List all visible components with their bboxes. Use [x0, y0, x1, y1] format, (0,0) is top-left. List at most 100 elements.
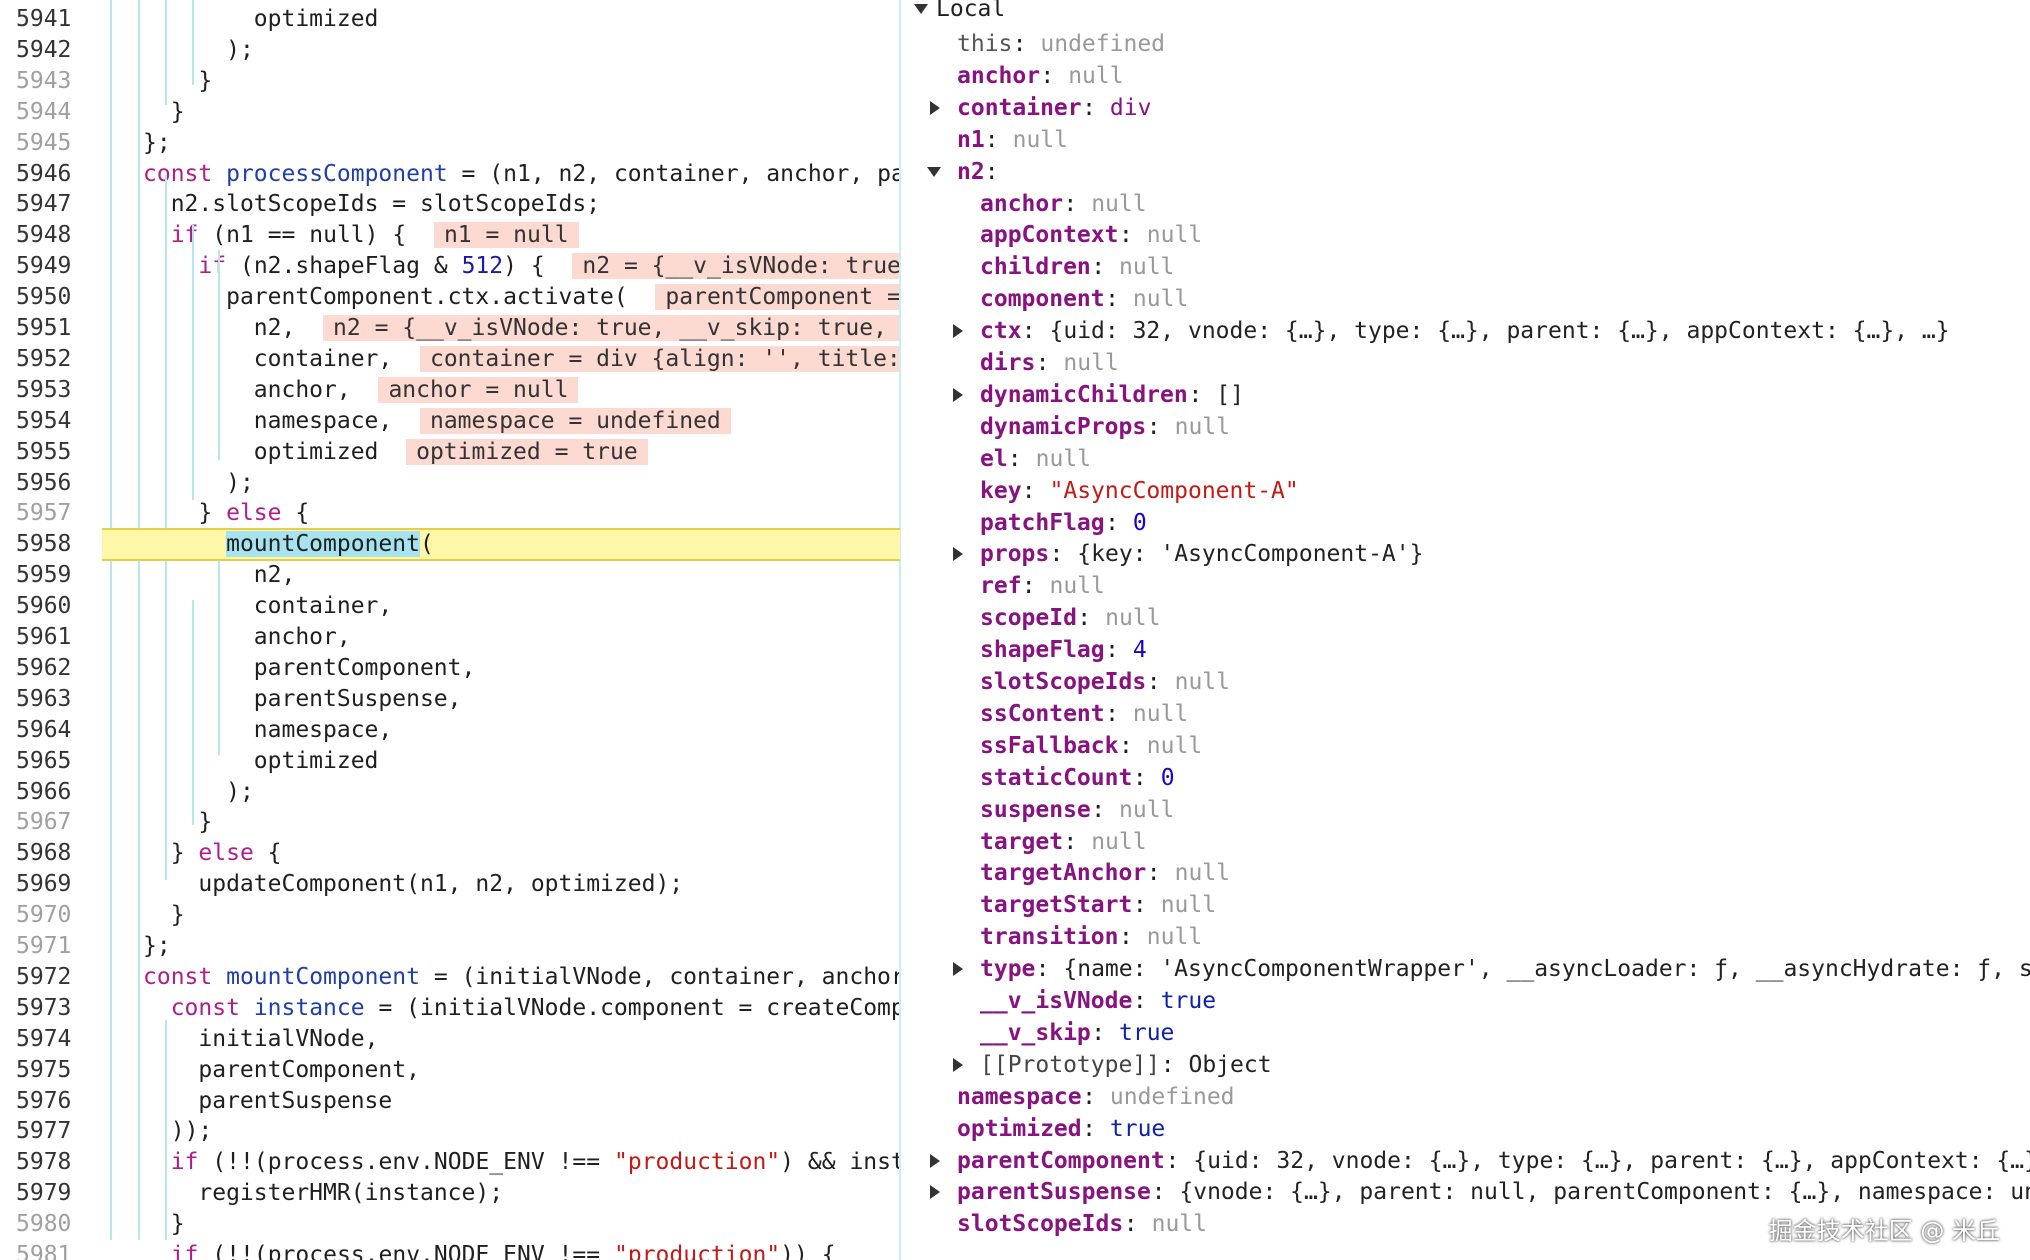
scope-property-row[interactable]: staticCount:0	[902, 762, 2030, 794]
scope-property-row[interactable]: optimized: true	[902, 1113, 2030, 1145]
scope-property-row[interactable]: slotScopeIds: null	[902, 666, 2030, 698]
code-line[interactable]: 5975 parentComponent,	[0, 1055, 900, 1086]
current-execution-line[interactable]: 5958 mountComponent(	[0, 528, 900, 562]
scope-property-row[interactable]: target: null	[902, 826, 2030, 858]
line-number[interactable]: 5977	[16, 1116, 72, 1147]
line-number[interactable]: 5960	[16, 591, 72, 622]
line-number[interactable]: 5978	[16, 1147, 72, 1178]
line-number[interactable]: 5953	[16, 375, 72, 406]
code-line[interactable]: 5954 namespace, namespace = undefined	[0, 406, 900, 437]
code-line[interactable]: 5955 optimized optimized = true	[0, 437, 900, 468]
code-line[interactable]: 5942 );	[0, 35, 900, 66]
code-line[interactable]: 5964 namespace,	[0, 715, 900, 746]
line-number[interactable]: 5961	[16, 622, 72, 653]
code-line[interactable]: 5945};	[0, 128, 900, 159]
code-line[interactable]: 5966 );	[0, 777, 900, 808]
expand-right-icon[interactable]	[930, 100, 940, 115]
code-line[interactable]: 5951 n2, n2 = {__v_isVNode: true, __v_sk…	[0, 313, 900, 344]
line-number[interactable]: 5968	[16, 838, 72, 869]
line-number[interactable]: 5944	[16, 97, 72, 128]
line-number[interactable]: 5980	[16, 1209, 72, 1240]
scope-property-row[interactable]: scopeId: null	[902, 602, 2030, 634]
expand-down-icon[interactable]	[927, 166, 941, 177]
line-number[interactable]: 5945	[16, 128, 72, 159]
source-editor[interactable]: 5941 optimized 5942 ); 5943 } 5944 } 5945}; 5…	[0, 0, 900, 1260]
code-line[interactable]: 5953 anchor, anchor = null	[0, 375, 900, 406]
scope-property-row[interactable]: anchor: null	[902, 188, 2030, 220]
scope-property-row[interactable]: component: null	[902, 283, 2030, 315]
code-line[interactable]: 5981 if (!!(process.env.NODE_ENV !== "pr…	[0, 1240, 900, 1260]
scope-property-row[interactable]: anchor: null	[902, 60, 2030, 92]
code-line[interactable]: 5967 }	[0, 807, 900, 838]
code-line[interactable]: 5947 n2.slotScopeIds = slotScopeIds;	[0, 189, 900, 220]
code-line[interactable]: 5949 if (n2.shapeFlag & 512) { n2 = {__v…	[0, 251, 900, 282]
code-line[interactable]: 5944 }	[0, 97, 900, 128]
code-line[interactable]: 5974 initialVNode,	[0, 1024, 900, 1055]
scope-property-row[interactable]: ssContent: null	[902, 698, 2030, 730]
scope-property-row[interactable]: container: div	[902, 92, 2030, 124]
line-number[interactable]: 5979	[16, 1178, 72, 1209]
code-line[interactable]: 5979 registerHMR(instance);	[0, 1178, 900, 1209]
scope-property-row[interactable]: ssFallback: null	[902, 730, 2030, 762]
code-line[interactable]: 5962 parentComponent,	[0, 653, 900, 684]
scope-property-row[interactable]: dynamicProps: null	[902, 411, 2030, 443]
scope-property-row[interactable]: __v_isVNode: true	[902, 985, 2030, 1017]
scope-property-row[interactable]: transition: null	[902, 921, 2030, 953]
code-line[interactable]: 5980 }	[0, 1209, 900, 1240]
expand-right-icon[interactable]	[953, 1057, 963, 1072]
line-number[interactable]: 5964	[16, 715, 72, 746]
scope-property-row[interactable]: el: null	[902, 443, 2030, 475]
line-number[interactable]: 5967	[16, 807, 72, 838]
expand-right-icon[interactable]	[930, 1185, 940, 1200]
code-line[interactable]: 5972 const mountComponent = (initialVNode…	[0, 962, 900, 993]
expand-right-icon[interactable]	[953, 324, 963, 339]
code-line[interactable]: 5971};	[0, 931, 900, 962]
scope-property-row[interactable]: ref: null	[902, 570, 2030, 602]
scope-property-row[interactable]: dynamicChildren: []	[902, 379, 2030, 411]
code-line[interactable]: 5956 );	[0, 468, 900, 499]
code-line[interactable]: 5965 optimized	[0, 746, 900, 777]
line-number[interactable]: 5950	[16, 282, 72, 313]
scope-property-row[interactable]: n2:	[902, 156, 2030, 188]
code-line[interactable]: 5943 }	[0, 66, 900, 97]
line-number[interactable]: 5970	[16, 900, 72, 931]
scope-property-row[interactable]: children: null	[902, 251, 2030, 283]
code-line[interactable]: 5952 container, container = div {align: …	[0, 344, 900, 375]
line-number[interactable]: 5949	[16, 251, 72, 282]
line-number[interactable]: 5954	[16, 406, 72, 437]
code-line[interactable]: 5973 const instance = (initialVNode.comp…	[0, 993, 900, 1024]
code-line[interactable]: 5960 container,	[0, 591, 900, 622]
line-number[interactable]: 5962	[16, 653, 72, 684]
scope-property-row[interactable]: n1: null	[902, 124, 2030, 156]
pane-splitter[interactable]	[899, 0, 901, 1260]
line-number[interactable]: 5947	[16, 189, 72, 220]
line-number[interactable]: 5941	[16, 4, 72, 35]
scope-property-row[interactable]: [[Prototype]]: Object	[902, 1049, 2030, 1081]
scope-property-row[interactable]: namespace: undefined	[902, 1081, 2030, 1113]
code-line[interactable]: 5969 updateComponent(n1, n2, optimized);	[0, 869, 900, 900]
code-line[interactable]: 5941 optimized	[0, 4, 900, 35]
scope-property-row[interactable]: __v_skip: true	[902, 1017, 2030, 1049]
code-line[interactable]: 5946 const processComponent = (n1, n2, co…	[0, 159, 900, 190]
line-number[interactable]: 5963	[16, 684, 72, 715]
scope-property-row[interactable]: parentSuspense: {vnode: {…}, parent: null…	[902, 1176, 2030, 1208]
scope-property-row[interactable]: type: {name: 'AsyncComponentWrapper', __a…	[902, 953, 2030, 985]
line-number[interactable]: 5957	[16, 498, 72, 529]
code-line[interactable]: 5968 } else {	[0, 838, 900, 869]
scope-property-row[interactable]: dirs: null	[902, 347, 2030, 379]
line-number[interactable]: 5972	[16, 962, 72, 993]
line-number[interactable]: 5952	[16, 344, 72, 375]
line-number[interactable]: 5971	[16, 931, 72, 962]
code-line[interactable]: 5977 ));	[0, 1116, 900, 1147]
scope-property-row[interactable]: key: "AsyncComponent-A"	[902, 475, 2030, 507]
line-number[interactable]: 5955	[16, 437, 72, 468]
line-number[interactable]: 5973	[16, 993, 72, 1024]
code-line[interactable]: 5961 anchor,	[0, 622, 900, 653]
code-line[interactable]: 5976 parentSuspense	[0, 1086, 900, 1117]
expand-right-icon[interactable]	[930, 1153, 940, 1168]
code-line[interactable]: 5950 parentComponent.ctx.activate( paren…	[0, 282, 900, 313]
line-number[interactable]: 5966	[16, 777, 72, 808]
scope-property-row[interactable]: ctx: {uid: 32, vnode: {…}, type: {…}, par…	[902, 315, 2030, 347]
code-line[interactable]: 5978 if (!!(process.env.NODE_ENV !== "pr…	[0, 1147, 900, 1178]
line-number[interactable]: 5975	[16, 1055, 72, 1086]
